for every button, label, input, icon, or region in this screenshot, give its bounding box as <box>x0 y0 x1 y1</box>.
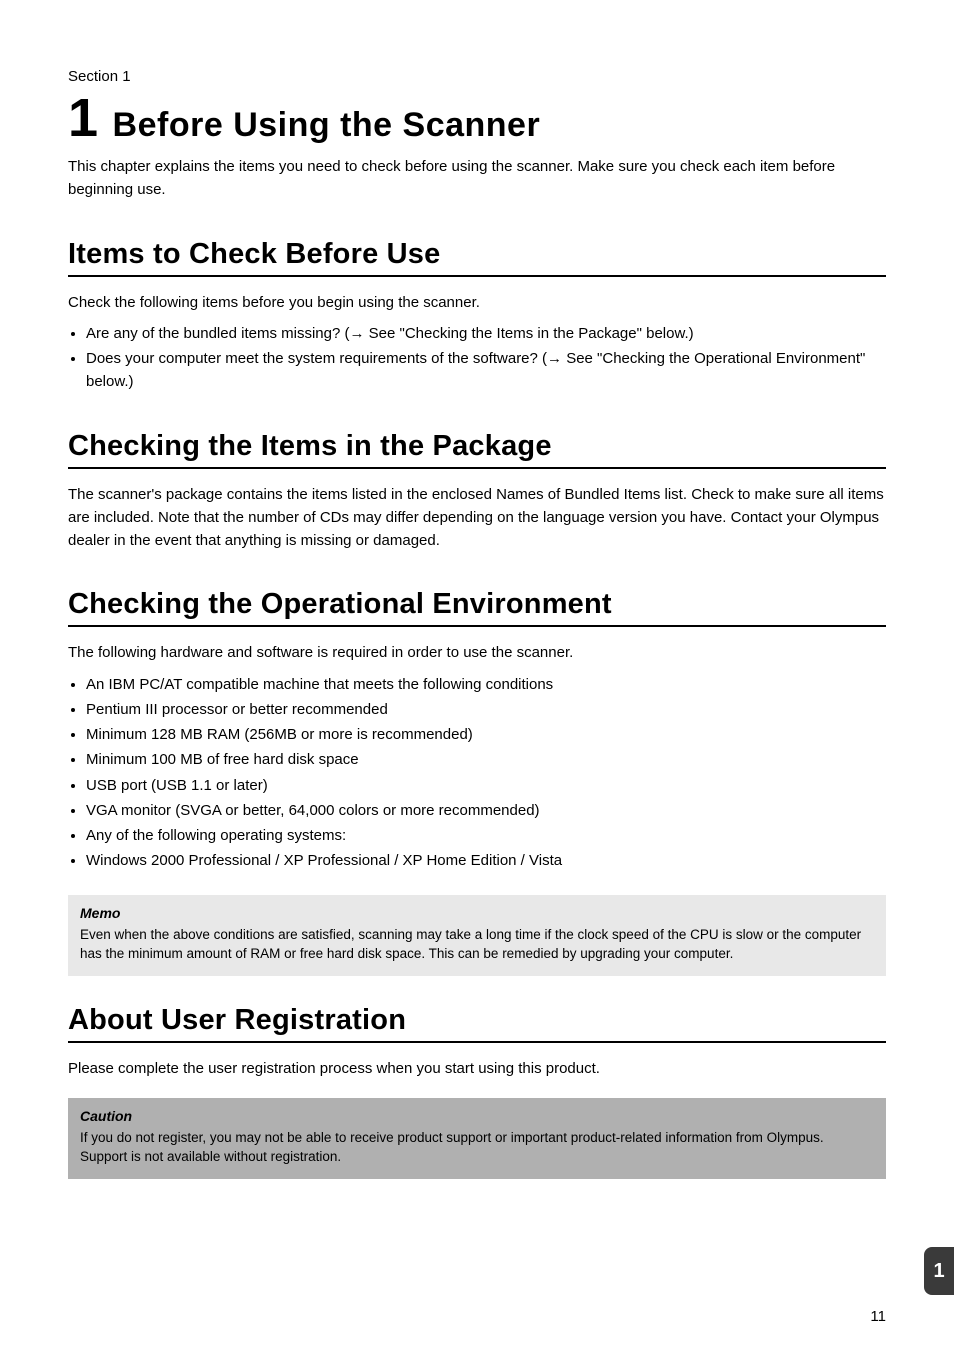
list-item: Minimum 100 MB of free hard disk space <box>86 748 886 771</box>
page-number: 11 <box>870 1308 886 1325</box>
list-item: VGA monitor (SVGA or better, 64,000 colo… <box>86 799 886 822</box>
operational-env-body: The following hardware and software is r… <box>68 641 886 664</box>
list-item: Does your computer meet the system requi… <box>86 347 886 394</box>
list-item: Pentium III processor or better recommen… <box>86 698 886 721</box>
package-body: The scanner's package contains the items… <box>68 483 886 553</box>
caution-text: If you do not register, you may not be a… <box>80 1128 874 1167</box>
heading-items-to-check: Items to Check Before Use <box>68 238 886 277</box>
chapter-title: Before Using the Scanner <box>113 106 541 145</box>
caution-box: Caution If you do not register, you may … <box>68 1098 886 1179</box>
operational-env-list: An IBM PC/AT compatible machine that mee… <box>68 673 886 873</box>
chapter-number: 1 <box>68 91 99 145</box>
list-item: USB port (USB 1.1 or later) <box>86 774 886 797</box>
heading-user-registration: About User Registration <box>68 1004 886 1043</box>
list-item: Minimum 128 MB RAM (256MB or more is rec… <box>86 723 886 746</box>
list-item: Are any of the bundled items missing? (→… <box>86 322 886 345</box>
list-item: An IBM PC/AT compatible machine that mee… <box>86 673 886 696</box>
items-to-check-list: Are any of the bundled items missing? (→… <box>68 322 886 394</box>
heading-package: Checking the Items in the Package <box>68 430 886 469</box>
chapter-line: 1 Before Using the Scanner <box>68 91 886 145</box>
list-item: Windows 2000 Professional / XP Professio… <box>86 849 886 872</box>
section-label: Section 1 <box>68 68 886 85</box>
memo-box: Memo Even when the above conditions are … <box>68 895 886 976</box>
user-registration-body: Please complete the user registration pr… <box>68 1057 886 1080</box>
caution-label: Caution <box>80 1108 874 1124</box>
heading-operational-env: Checking the Operational Environment <box>68 588 886 627</box>
items-to-check-body: Check the following items before you beg… <box>68 291 886 314</box>
memo-label: Memo <box>80 905 874 921</box>
side-tab: 1 <box>924 1247 954 1295</box>
list-item: Any of the following operating systems: <box>86 824 886 847</box>
memo-text: Even when the above conditions are satis… <box>80 925 874 964</box>
chapter-intro: This chapter explains the items you need… <box>68 155 886 202</box>
